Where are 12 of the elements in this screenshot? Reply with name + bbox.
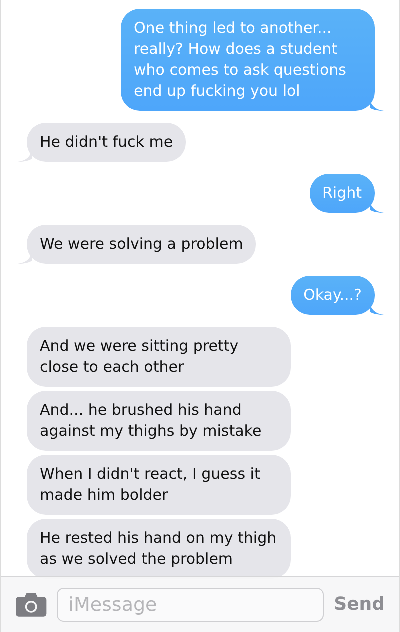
message-input[interactable]: iMessage bbox=[56, 588, 324, 622]
send-button[interactable]: Send bbox=[334, 591, 385, 618]
message-bubble: He rested his hand on my thigh as we solved the problem bbox=[27, 519, 291, 579]
message-bubble: Okay...? bbox=[290, 276, 375, 315]
camera-icon[interactable] bbox=[16, 592, 47, 616]
message-bubble: One thing led to another... really? How does a student who comes to ask questions end up fucking you lol bbox=[121, 9, 375, 111]
message-bubble: And... he brushed his hand against my thighs by mistake bbox=[27, 391, 291, 451]
message-bubble: We were solving a problem bbox=[27, 225, 256, 264]
message-bubble: When I didn't react, I guess it made him bolder bbox=[27, 455, 291, 515]
message-bubble: And we were sitting pretty close to each other bbox=[27, 327, 291, 387]
message-bubble: He didn't fuck me bbox=[27, 123, 186, 162]
message-bubble: Right bbox=[310, 174, 375, 213]
